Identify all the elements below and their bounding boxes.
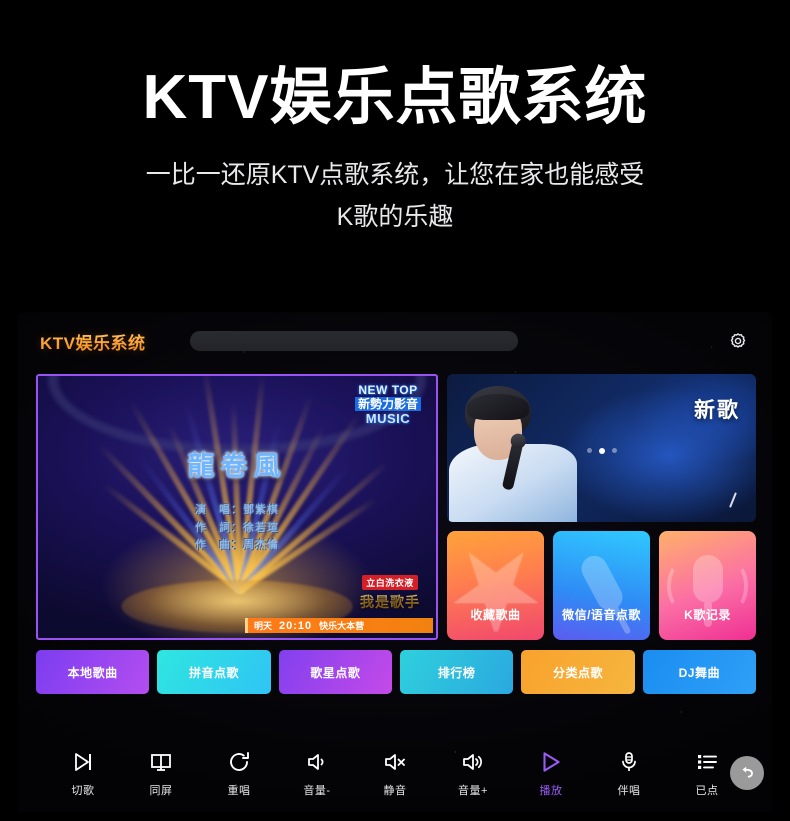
category-local-songs[interactable]: 本地歌曲 bbox=[36, 650, 150, 694]
toolbar-label: 同屏 bbox=[149, 784, 173, 797]
star-icon bbox=[453, 572, 538, 603]
dual-screen-icon bbox=[149, 749, 173, 775]
category-buttons: 本地歌曲 拼音点歌 歌星点歌 排行榜 分类点歌 DJ舞曲 bbox=[36, 650, 756, 694]
screenshot-root: KTV娱乐点歌系统 一比一还原KTV点歌系统，让您在家也能感受 K歌的乐趣 KT… bbox=[0, 0, 790, 821]
credit-singer: 演 唱：鄧紫棋 bbox=[195, 503, 279, 516]
back-button[interactable] bbox=[730, 756, 764, 790]
hero-section: KTV娱乐点歌系统 一比一还原KTV点歌系统，让您在家也能感受 K歌的乐趣 bbox=[0, 0, 790, 238]
playback-toolbar: 切歌 同屏 重唱 音量- 静音 音量+ 播放 伴唱 已点 bbox=[18, 738, 772, 808]
category-pinyin-search[interactable]: 拼音点歌 bbox=[157, 650, 271, 694]
toolbar-volume-up[interactable]: 音量+ bbox=[442, 749, 504, 798]
subtitle-line-2: K歌的乐趣 bbox=[336, 202, 454, 231]
category-dj-dance[interactable]: DJ舞曲 bbox=[642, 650, 756, 694]
toolbar-label: 播放 bbox=[539, 784, 563, 797]
new-songs-label: 新歌 bbox=[694, 399, 740, 422]
toolbar-accompaniment[interactable]: 伴唱 bbox=[598, 749, 660, 798]
skip-next-icon bbox=[71, 749, 95, 775]
toolbar-label: 重唱 bbox=[227, 784, 251, 797]
app-header: KTV娱乐系统 bbox=[18, 312, 772, 370]
gear-icon bbox=[730, 333, 746, 348]
watermark-line-2: 新勢力影音 bbox=[354, 397, 421, 411]
carousel-dot[interactable] bbox=[611, 448, 617, 453]
carousel-dot-active[interactable] bbox=[598, 448, 605, 454]
show-logo: 立白洗衣液 我是歌手 bbox=[352, 573, 428, 612]
play-icon bbox=[538, 749, 564, 775]
watermark-line-1: NEW TOP bbox=[358, 383, 418, 397]
right-column: 新歌 收藏歌曲 微信/语音点歌 K歌记录 bbox=[447, 374, 756, 640]
toolbar-skip-song[interactable]: 切歌 bbox=[52, 749, 114, 798]
toolbar-label: 切歌 bbox=[71, 784, 95, 797]
microphone-waves-icon bbox=[659, 531, 756, 640]
ticker-time: 20:10 bbox=[278, 619, 313, 632]
tile-label: 收藏歌曲 bbox=[470, 608, 521, 622]
toolbar-label: 静音 bbox=[383, 784, 407, 797]
watermark-line-3: MUSIC bbox=[365, 411, 411, 426]
mute-icon bbox=[383, 749, 407, 775]
category-ranking[interactable]: 排行榜 bbox=[399, 650, 514, 694]
ticker-day: 明天 bbox=[253, 621, 272, 631]
credit-lyricist: 作 詞：徐若瑄 bbox=[195, 521, 279, 534]
tile-favorite-songs[interactable]: 收藏歌曲 bbox=[447, 531, 544, 640]
category-singer-search[interactable]: 歌星点歌 bbox=[278, 650, 392, 694]
ticker-program: 快乐大本营 bbox=[319, 621, 365, 631]
toolbar-mute[interactable]: 静音 bbox=[364, 749, 426, 798]
toolbar-volume-down[interactable]: 音量- bbox=[286, 749, 348, 798]
quick-action-tiles: 收藏歌曲 微信/语音点歌 K歌记录 bbox=[447, 531, 756, 640]
toolbar-label: 已点 bbox=[695, 784, 719, 797]
tile-label: K歌记录 bbox=[684, 608, 731, 622]
queue-list-icon bbox=[695, 749, 719, 775]
page-title: KTV娱乐点歌系统 bbox=[142, 63, 648, 132]
replay-icon bbox=[227, 749, 251, 775]
carousel-dot[interactable] bbox=[586, 448, 592, 453]
tile-karaoke-records[interactable]: K歌记录 bbox=[659, 531, 756, 640]
program-ticker: 明天 20:10 快乐大本营 bbox=[244, 618, 433, 633]
carousel-dots bbox=[586, 448, 617, 454]
top-row: 龍卷風 演 唱：鄧紫棋 作 詞：徐若瑄 作 曲：周杰倫 NEW TOP 新勢力影… bbox=[36, 374, 756, 640]
tile-label: 微信/语音点歌 bbox=[562, 608, 641, 622]
song-title: 龍卷風 bbox=[187, 451, 287, 482]
toolbar-dual-screen[interactable]: 同屏 bbox=[130, 749, 192, 798]
ktv-app-window: KTV娱乐系统 龍卷風 演 唱：鄧紫棋 作 詞：徐若瑄 作 曲：周杰倫 NEW … bbox=[18, 312, 772, 812]
toolbar-label: 音量- bbox=[303, 784, 331, 797]
toolbar-queued-songs[interactable]: 已点 bbox=[676, 749, 738, 798]
new-songs-card[interactable]: 新歌 bbox=[447, 374, 756, 522]
tile-wechat-voice-order[interactable]: 微信/语音点歌 bbox=[553, 531, 650, 640]
toolbar-label: 音量+ bbox=[458, 784, 488, 797]
toolbar-replay[interactable]: 重唱 bbox=[208, 749, 270, 798]
slash-decoration bbox=[729, 492, 737, 508]
accompaniment-mic-icon bbox=[617, 749, 641, 775]
video-player[interactable]: 龍卷風 演 唱：鄧紫棋 作 詞：徐若瑄 作 曲：周杰倫 NEW TOP 新勢力影… bbox=[36, 374, 438, 640]
search-input[interactable] bbox=[189, 331, 518, 351]
show-name: 我是歌手 bbox=[352, 592, 428, 612]
singer-photo bbox=[447, 380, 579, 522]
song-credits: 演 唱：鄧紫棋 作 詞：徐若瑄 作 曲：周杰倫 bbox=[38, 502, 436, 555]
credit-composer: 作 曲：周杰倫 bbox=[195, 539, 279, 552]
category-genre-search[interactable]: 分类点歌 bbox=[521, 650, 635, 694]
subtitle-line-1: 一比一还原KTV点歌系统，让您在家也能感受 bbox=[145, 161, 645, 190]
sponsor-tag: 立白洗衣液 bbox=[362, 575, 418, 590]
settings-button[interactable] bbox=[728, 331, 748, 351]
toolbar-label: 伴唱 bbox=[617, 784, 641, 797]
app-body: 龍卷風 演 唱：鄧紫棋 作 詞：徐若瑄 作 曲：周杰倫 NEW TOP 新勢力影… bbox=[36, 374, 756, 694]
volume-up-icon bbox=[461, 749, 485, 775]
toolbar-play[interactable]: 播放 bbox=[520, 749, 582, 798]
app-logo: KTV娱乐系统 bbox=[40, 329, 146, 354]
back-arrow-icon bbox=[742, 766, 753, 778]
volume-down-icon bbox=[305, 749, 329, 775]
page-subtitle: 一比一还原KTV点歌系统，让您在家也能感受 K歌的乐趣 bbox=[0, 155, 790, 238]
channel-watermark: NEW TOP 新勢力影音 MUSIC bbox=[347, 384, 429, 425]
